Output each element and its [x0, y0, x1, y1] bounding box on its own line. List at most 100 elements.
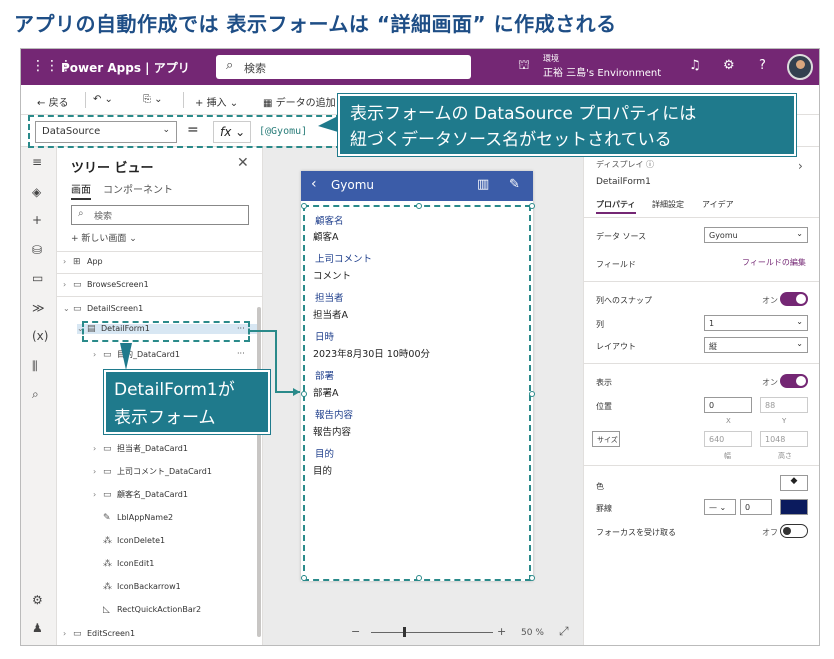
tree-node-editscreen1[interactable]: › ▭ EditScreen1	[63, 629, 135, 639]
undo-button[interactable]: ↶ ⌄	[93, 94, 113, 105]
divider	[57, 273, 263, 274]
chevron-right-icon[interactable]: ›	[798, 159, 803, 173]
tree-node-detailscreen1[interactable]: ⌄ ▭ DetailScreen1	[63, 304, 143, 314]
add-data-button[interactable]: ▦ データの追加	[263, 94, 336, 109]
layers-icon[interactable]: ◈	[32, 185, 41, 199]
border-style-dropdown[interactable]: — ⌄	[704, 499, 736, 515]
x-input[interactable]: 0	[704, 397, 752, 413]
resize-handle[interactable]	[416, 203, 422, 209]
more-icon[interactable]: ···	[237, 349, 245, 358]
environment-icon[interactable]: ⛫	[518, 58, 530, 75]
node-label: IconDelete1	[117, 536, 166, 545]
y-input[interactable]: 88	[760, 397, 808, 413]
edit-fields-link[interactable]: フィールドの編集	[742, 257, 806, 268]
back-arrow-icon[interactable]: ‹	[311, 176, 317, 192]
height-input[interactable]: 1048	[760, 431, 808, 447]
back-button[interactable]: ← 戻る	[37, 94, 69, 109]
insert-icon[interactable]: +	[32, 213, 42, 227]
insert-label: 挿入	[206, 98, 227, 109]
columns-dropdown[interactable]: 1 ⌄	[704, 315, 808, 331]
zoom-slider-track[interactable]	[371, 632, 493, 633]
tree-title: ツリー ビュー	[71, 161, 154, 176]
size-button[interactable]: サイズ	[592, 431, 620, 447]
resize-handle[interactable]	[416, 575, 422, 581]
chevron-down-icon: ⌄	[796, 229, 803, 238]
help-icon[interactable]: ?	[759, 58, 766, 73]
environment-name[interactable]: 正裕 三島's Environment	[543, 64, 661, 79]
callout-line: 表示フォームの DataSource プロパティには	[350, 104, 697, 124]
resize-handle[interactable]	[529, 391, 535, 397]
tools-icon[interactable]: ⫼	[32, 359, 38, 374]
tree-scrollbar[interactable]	[257, 307, 261, 637]
tree-node-datacard[interactable]: › ▭ 目的_DataCard1 ···	[93, 349, 245, 360]
zoom-in-button[interactable]: +	[497, 625, 506, 638]
zoom-out-button[interactable]: −	[351, 625, 360, 638]
tab-components[interactable]: コンポーネント	[103, 181, 173, 196]
detail-form[interactable]: 顧客名 顧客A 上司コメント コメント 担当者 担当者A 日時 2023年8月3…	[301, 203, 535, 581]
resize-handle[interactable]	[301, 391, 307, 397]
close-icon[interactable]: ✕	[237, 155, 249, 171]
insert-button[interactable]: + 挿入 ⌄	[195, 94, 238, 109]
fit-to-window-icon[interactable]: ⤢	[559, 624, 569, 639]
focus-toggle[interactable]	[780, 524, 808, 538]
variables-icon[interactable]: (x)	[32, 329, 48, 343]
divider	[584, 465, 819, 466]
tree-node-icon[interactable]: ⁂ IconBackarrow1	[93, 582, 181, 592]
data-icon[interactable]: ⛁	[32, 243, 42, 257]
width-sublabel: 幅	[724, 452, 731, 460]
tab-properties[interactable]: プロパティ	[596, 199, 636, 214]
tree-node-label[interactable]: ✎ LblAppName2	[93, 513, 173, 523]
tree-node-app[interactable]: › ⊞ App	[63, 257, 103, 267]
tab-screens[interactable]: 画面	[71, 181, 91, 200]
control-kind: ディスプレイ ⓘ	[596, 160, 654, 169]
new-screen-label: 新しい画面	[81, 234, 127, 244]
trash-icon[interactable]: ▥	[477, 177, 489, 192]
resize-handle[interactable]	[529, 575, 535, 581]
border-color-swatch[interactable]	[780, 499, 808, 515]
media-icon[interactable]: ▭	[32, 271, 43, 285]
tab-advanced[interactable]: 詳細設定	[652, 199, 684, 210]
layout-label: レイアウト	[596, 342, 636, 351]
tree-node-datacard[interactable]: › ▭ 顧客名_DataCard1	[93, 489, 188, 500]
tab-ideas[interactable]: アイデア	[702, 199, 734, 210]
paint-bucket-icon[interactable]: ◆	[780, 475, 808, 491]
field-label: 日時	[315, 332, 335, 343]
settings-icon[interactable]: ⚙	[32, 593, 43, 607]
visible-toggle[interactable]	[780, 374, 808, 388]
paste-button[interactable]: ⎘ ⌄	[143, 94, 163, 105]
gear-icon[interactable]: ⚙	[723, 58, 735, 73]
tree-node-icon[interactable]: ⁂ IconDelete1	[93, 536, 165, 546]
zoom-slider-thumb[interactable]	[403, 627, 406, 637]
flow-icon[interactable]: ≫	[32, 301, 45, 315]
hamburger-icon[interactable]: ≡	[32, 155, 42, 169]
virtual-agent-icon[interactable]: ♟	[32, 621, 43, 635]
resize-handle[interactable]	[301, 203, 307, 209]
resize-handle[interactable]	[301, 575, 307, 581]
border-width-input[interactable]: 0	[740, 499, 772, 515]
control-name: DetailForm1	[596, 177, 651, 187]
width-input[interactable]: 640	[704, 431, 752, 447]
detailform-highlight	[82, 321, 250, 342]
chevron-down-icon: ⌄	[796, 339, 803, 348]
avatar[interactable]	[787, 54, 813, 80]
tree-node-datacard[interactable]: › ▭ 担当者_DataCard1	[93, 443, 188, 454]
screen-title: Gyomu	[331, 178, 375, 192]
edit-icon[interactable]: ✎	[509, 177, 520, 192]
focus-label: フォーカスを受け取る	[596, 528, 676, 537]
tree-node-browsescreen1[interactable]: › ▭ BrowseScreen1	[63, 280, 149, 290]
new-screen-button[interactable]: + 新しい画面 ⌄	[71, 231, 137, 244]
data-source-dropdown[interactable]: Gyomu ⌄	[704, 227, 808, 243]
search-icon[interactable]: ⌕	[32, 387, 39, 402]
layout-dropdown[interactable]: 縦 ⌄	[704, 337, 808, 353]
height-sublabel: 高さ	[778, 452, 792, 460]
global-search[interactable]: ⌕ 検索	[216, 55, 471, 79]
bell-icon[interactable]: ♫	[689, 58, 701, 73]
node-label: IconBackarrow1	[117, 582, 181, 591]
resize-handle[interactable]	[529, 203, 535, 209]
columns-value: 1	[709, 319, 715, 328]
tree-node-icon[interactable]: ⁂ IconEdit1	[93, 559, 154, 569]
tree-node-rectangle[interactable]: ◺ RectQuickActionBar2	[93, 605, 201, 615]
tree-search-input[interactable]: ⌕ 検索	[71, 205, 249, 225]
tree-node-datacard[interactable]: › ▭ 上司コメント_DataCard1	[93, 466, 212, 477]
snap-toggle[interactable]	[780, 292, 808, 306]
